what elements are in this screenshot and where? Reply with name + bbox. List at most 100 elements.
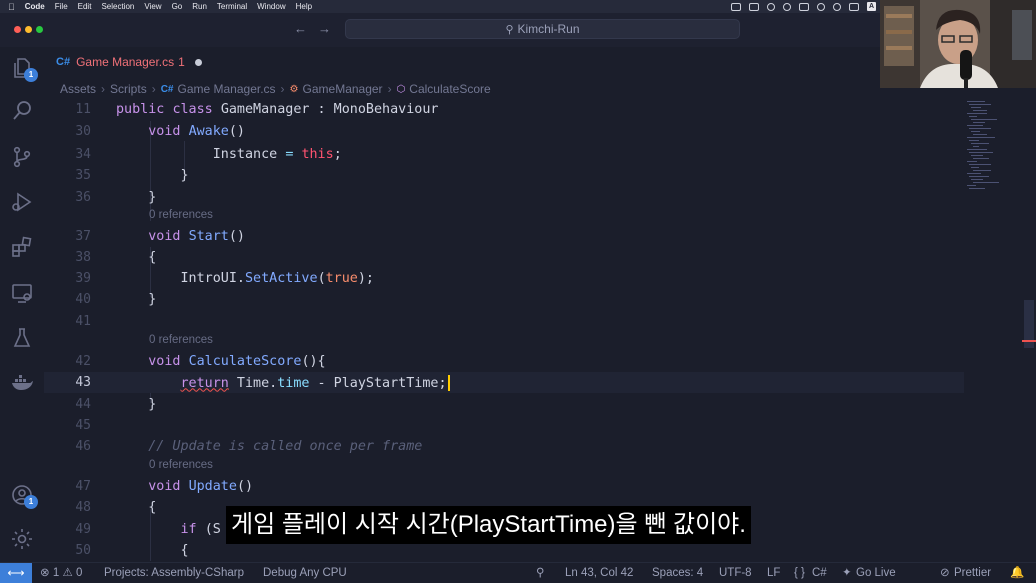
code-token: } bbox=[116, 168, 189, 183]
battery-icon[interactable] bbox=[849, 2, 859, 11]
codelens-references[interactable]: 0 references bbox=[149, 209, 213, 225]
breadcrumb-class[interactable]: GameManager bbox=[303, 82, 383, 96]
code-line[interactable]: 46 // Update is called once per frame bbox=[44, 436, 964, 457]
error-count: 1 bbox=[52, 567, 60, 579]
code-line[interactable]: 45 bbox=[44, 415, 964, 436]
code-text: { bbox=[116, 500, 156, 515]
code-token: class bbox=[172, 102, 221, 117]
text-cursor bbox=[447, 374, 450, 391]
codelens-references[interactable]: 0 references bbox=[149, 334, 213, 350]
docker-icon[interactable] bbox=[10, 371, 34, 395]
code-line[interactable]: 37 void Start() bbox=[44, 226, 964, 247]
breadcrumb-scripts[interactable]: Scripts bbox=[110, 82, 147, 96]
unsaved-dot-icon[interactable] bbox=[194, 58, 202, 66]
problems-indicator[interactable]: ⊗ 1 ⚠ 0 bbox=[40, 563, 82, 583]
extensions-icon[interactable] bbox=[10, 235, 34, 259]
braces-icon: { } bbox=[794, 567, 805, 579]
settings-gear-icon[interactable] bbox=[10, 527, 34, 551]
minimize-window-button[interactable] bbox=[25, 26, 32, 33]
accounts-icon[interactable]: 1 bbox=[10, 483, 38, 509]
line-number: 34 bbox=[75, 147, 91, 162]
close-window-button[interactable] bbox=[14, 26, 21, 33]
volume-icon[interactable] bbox=[817, 2, 825, 11]
menu-run[interactable]: Run bbox=[192, 2, 207, 11]
minimap-line bbox=[969, 128, 991, 129]
code-line[interactable]: 40 } bbox=[44, 289, 964, 310]
code-text: } bbox=[116, 190, 156, 205]
indentation[interactable]: Spaces: 4 bbox=[652, 563, 703, 583]
breadcrumb-file[interactable]: Game Manager.cs bbox=[178, 82, 276, 96]
code-line[interactable]: 34 Instance = this; bbox=[44, 144, 964, 165]
menu-go[interactable]: Go bbox=[172, 2, 183, 11]
controls-icon[interactable] bbox=[799, 2, 809, 11]
menu-file[interactable]: File bbox=[55, 2, 68, 11]
display-icon[interactable] bbox=[749, 2, 759, 11]
breadcrumb-assets[interactable]: Assets bbox=[60, 82, 96, 96]
go-live-button[interactable]: Go Live bbox=[856, 563, 896, 583]
language-mode[interactable]: C# bbox=[812, 563, 827, 583]
shortcut-icon[interactable] bbox=[783, 2, 791, 11]
bluetooth-icon[interactable] bbox=[833, 2, 841, 11]
line-number: 44 bbox=[75, 397, 91, 412]
cursor-position[interactable]: Ln 43, Col 42 bbox=[565, 563, 633, 583]
code-token: void bbox=[148, 479, 189, 494]
input-source-badge[interactable]: A bbox=[867, 2, 876, 11]
menu-window[interactable]: Window bbox=[257, 2, 285, 11]
debug-config[interactable]: Debug Any CPU bbox=[263, 563, 347, 583]
forward-arrow-icon[interactable]: → bbox=[318, 21, 331, 36]
tab-game-manager[interactable]: C# Game Manager.cs 1 bbox=[44, 47, 216, 77]
minimap-line bbox=[973, 122, 985, 123]
code-line[interactable]: 39 IntroUI.SetActive(true); bbox=[44, 268, 964, 289]
code-token: IntroUI. bbox=[116, 271, 245, 286]
breadcrumb-method[interactable]: CalculateScore bbox=[409, 82, 490, 96]
notifications-bell-icon[interactable]: 🔔 bbox=[1010, 563, 1024, 583]
zoom-icon[interactable]: ⚲ bbox=[536, 563, 544, 583]
encoding[interactable]: UTF-8 bbox=[719, 563, 752, 583]
remote-indicator-icon[interactable]: ⟷ bbox=[0, 563, 32, 583]
code-line[interactable]: 35 } bbox=[44, 165, 964, 186]
menu-view[interactable]: View bbox=[144, 2, 161, 11]
screen-record-icon[interactable] bbox=[731, 2, 741, 11]
run-debug-icon[interactable] bbox=[10, 190, 34, 214]
code-line[interactable]: 11 public class GameManager : MonoBehavio… bbox=[44, 99, 964, 120]
code-token: } bbox=[116, 190, 157, 205]
minimap[interactable] bbox=[964, 99, 1022, 199]
menu-selection[interactable]: Selection bbox=[101, 2, 134, 11]
code-line[interactable]: 44 } bbox=[44, 394, 964, 415]
code-line[interactable]: 42 void CalculateScore(){ bbox=[44, 351, 964, 372]
warning-icon: ⚠ bbox=[62, 567, 73, 579]
code-line[interactable]: 30 void Awake() bbox=[44, 121, 964, 142]
chevron-right-icon: › bbox=[151, 82, 156, 96]
code-editor[interactable]: 💡 11public class GameManager : MonoBehav… bbox=[44, 99, 964, 561]
source-control-icon[interactable] bbox=[10, 145, 34, 169]
command-center-search[interactable]: ⚲ Kimchi-Run bbox=[345, 19, 740, 39]
menu-edit[interactable]: Edit bbox=[78, 2, 92, 11]
project-selector[interactable]: Projects: Assembly-CSharp bbox=[104, 563, 244, 583]
prettier-button[interactable]: Prettier bbox=[954, 563, 991, 583]
code-line[interactable]: 38 { bbox=[44, 247, 964, 268]
search-icon[interactable] bbox=[10, 99, 34, 123]
code-line[interactable]: 43 return Time.time - PlayStartTime; bbox=[44, 372, 964, 393]
code-text: void Start() bbox=[116, 229, 245, 244]
line-number: 11 bbox=[75, 102, 91, 117]
line-ending[interactable]: LF bbox=[767, 563, 780, 583]
menu-app-name[interactable]: Code bbox=[25, 2, 45, 11]
menu-terminal[interactable]: Terminal bbox=[217, 2, 247, 11]
line-number: 50 bbox=[75, 543, 91, 558]
code-text: void Update() bbox=[116, 479, 253, 494]
explorer-icon[interactable]: 1 bbox=[10, 56, 38, 82]
back-arrow-icon[interactable]: ← bbox=[294, 21, 307, 36]
remote-explorer-icon[interactable] bbox=[10, 281, 34, 305]
status-icon[interactable] bbox=[767, 2, 775, 11]
testing-icon[interactable] bbox=[10, 326, 34, 350]
apple-icon[interactable]:  bbox=[8, 2, 15, 12]
zoom-window-button[interactable] bbox=[36, 26, 43, 33]
codelens-references[interactable]: 0 references bbox=[149, 459, 213, 475]
menu-help[interactable]: Help bbox=[296, 2, 312, 11]
code-line[interactable]: 36 } bbox=[44, 187, 964, 208]
code-line[interactable]: 47 void Update() bbox=[44, 476, 964, 497]
line-number: 36 bbox=[75, 190, 91, 205]
minimap-line bbox=[967, 149, 987, 150]
code-line[interactable]: 41 bbox=[44, 311, 964, 332]
